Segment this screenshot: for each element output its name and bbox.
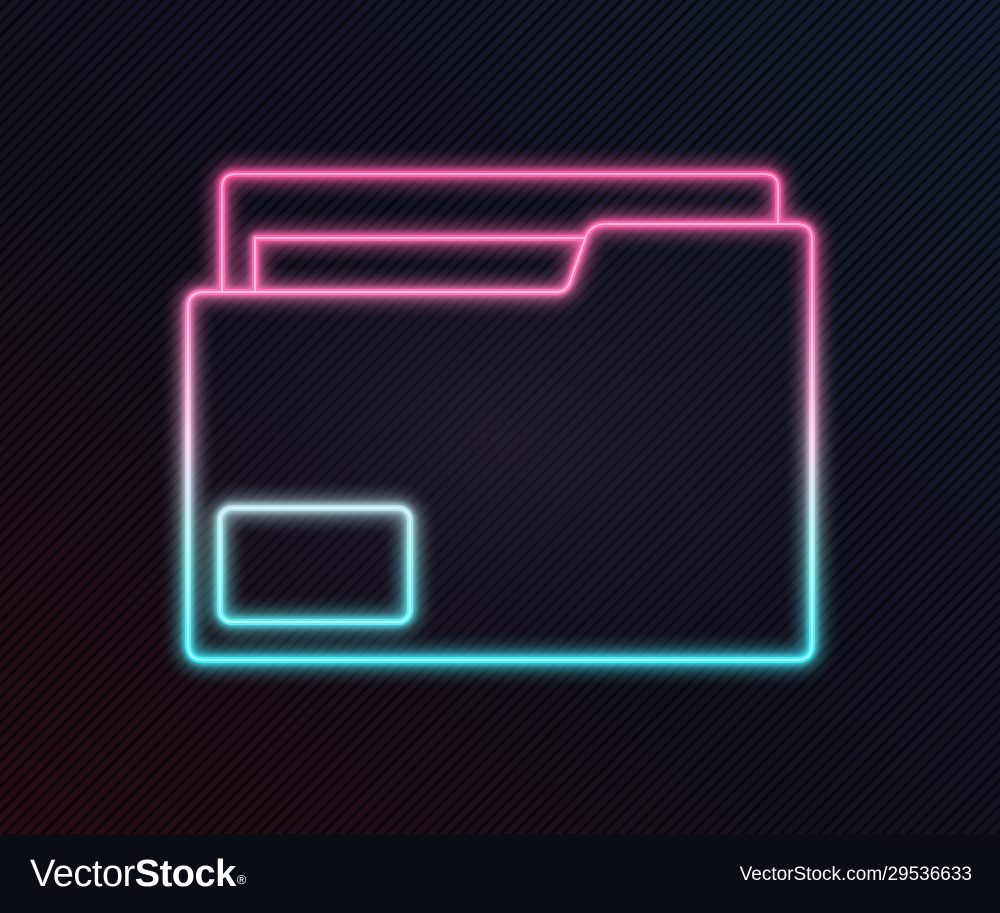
illustration-area — [0, 0, 1000, 834]
stock-image-page: VectorStock® VectorStock.com/29536633 — [0, 0, 1000, 913]
logo-text-vector: Vector — [30, 853, 135, 895]
image-id-label: VectorStock.com/29536633 — [739, 864, 972, 885]
logo-text-stock: Stock — [134, 853, 236, 895]
vectorstock-logo: VectorStock® — [30, 850, 246, 898]
watermark-footer: VectorStock® VectorStock.com/29536633 — [0, 834, 1000, 913]
middle-document-outline — [252, 235, 587, 295]
folder-icon — [180, 166, 820, 668]
registered-mark: ® — [236, 872, 247, 887]
